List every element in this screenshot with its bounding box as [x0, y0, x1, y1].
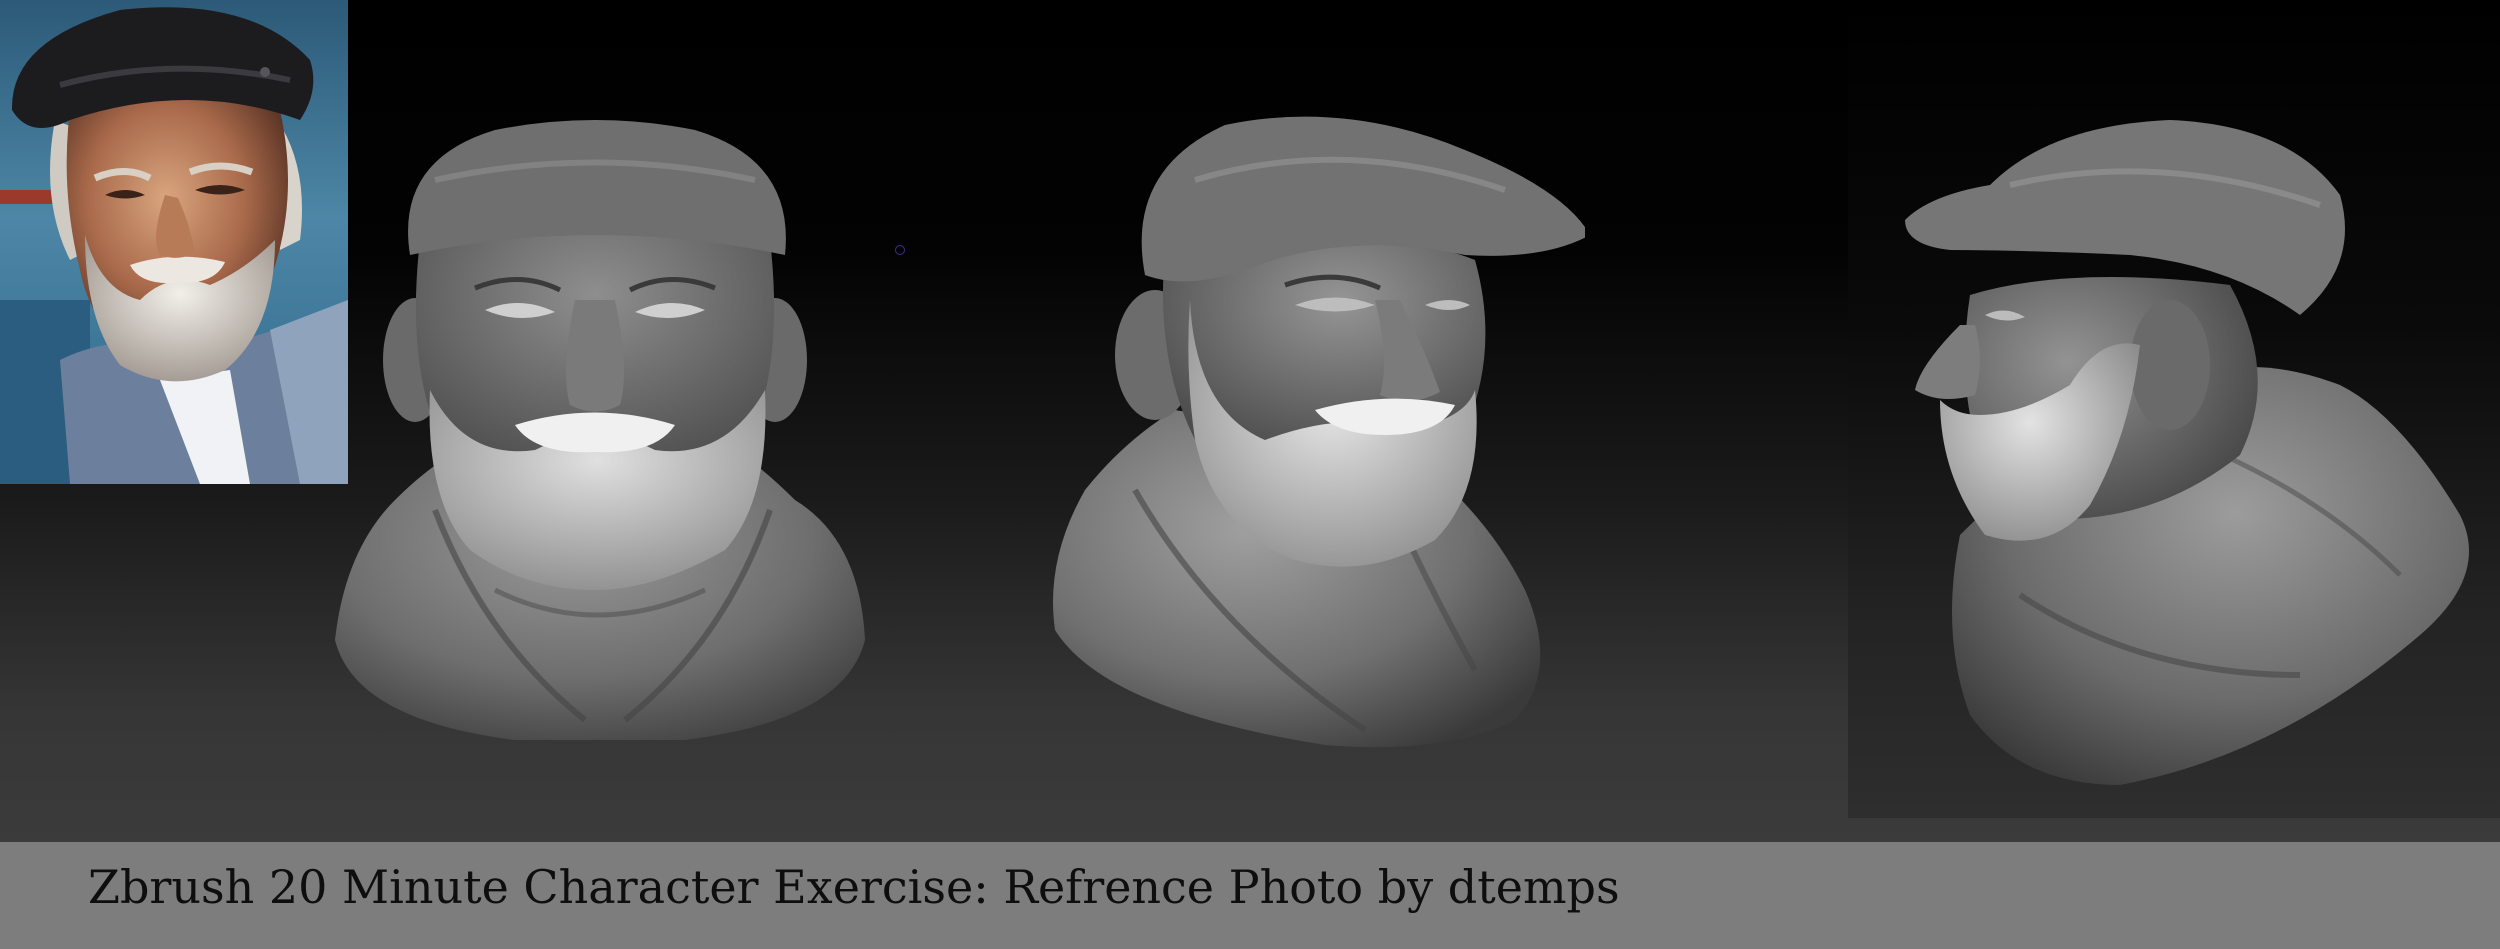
caption-bar: Zbrush 20 Minute Character Exercise: Ref…: [0, 842, 2500, 949]
sculpt-render-side: [1900, 115, 2480, 795]
sculpt-render-front: [325, 120, 870, 745]
page: Zbrush 20 Minute Character Exercise: Ref…: [0, 0, 2500, 949]
caption-text: Zbrush 20 Minute Character Exercise: Ref…: [88, 860, 1620, 914]
sculpt-render-three-quarter: [1045, 110, 1585, 750]
reference-photo: [0, 0, 348, 484]
sculpt-viewport: [0, 0, 2500, 842]
cursor-marker: [895, 245, 905, 255]
